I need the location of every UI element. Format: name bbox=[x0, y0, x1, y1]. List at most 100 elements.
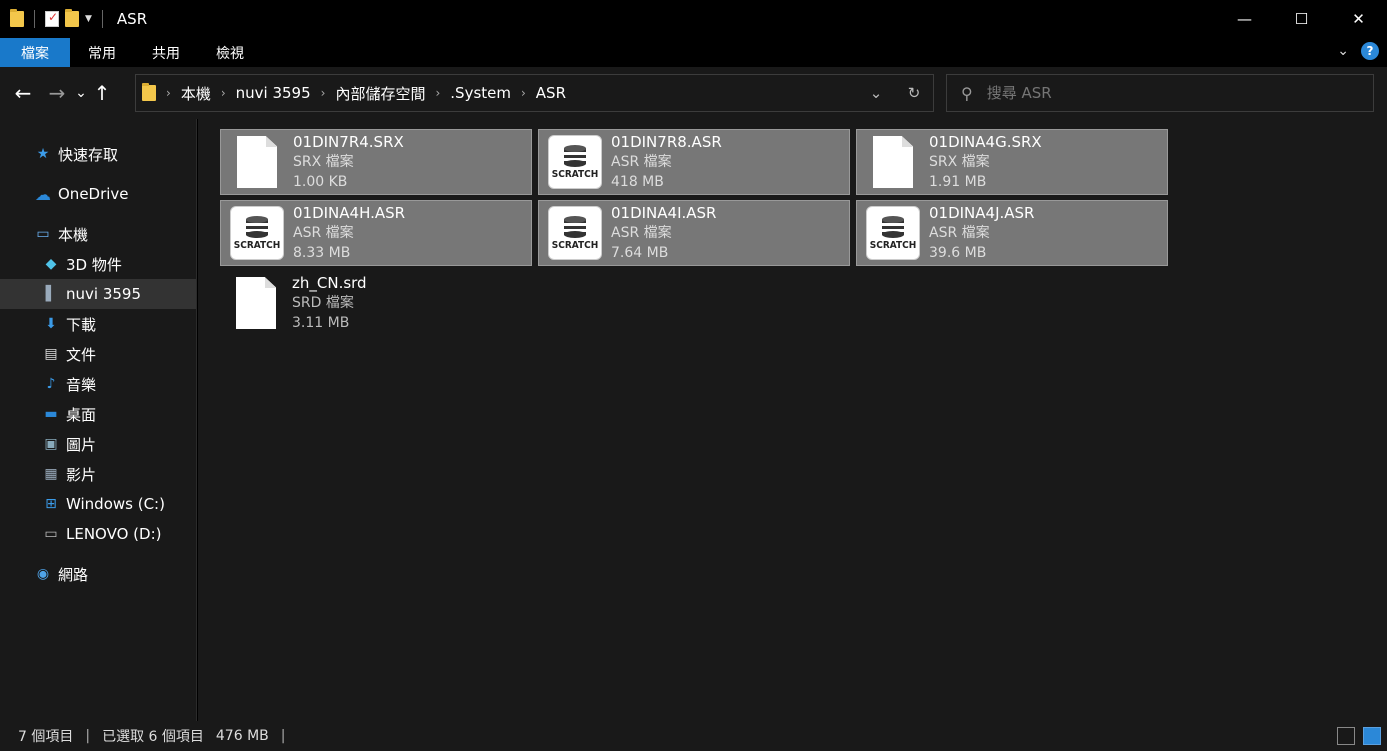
expand-ribbon-icon[interactable]: ⌄ bbox=[1337, 43, 1349, 59]
file-size: 1.91 MB bbox=[929, 174, 987, 190]
search-icon: ⚲ bbox=[961, 83, 973, 103]
file-tile[interactable]: SCRATCH 01DINA4J.ASR ASR 檔案 39.6 MB bbox=[856, 200, 1168, 266]
breadcrumb-this-pc[interactable]: 本機 bbox=[175, 83, 217, 104]
file-list: 01DIN7R4.SRX SRX 檔案 1.00 KB SCRATCH 01DI… bbox=[198, 119, 1387, 721]
divider: | bbox=[85, 728, 91, 744]
file-name: 01DINA4H.ASR bbox=[293, 204, 406, 222]
database-icon bbox=[564, 144, 586, 167]
blank-file-icon bbox=[873, 136, 913, 188]
divider bbox=[34, 10, 35, 28]
close-button[interactable]: ✕ bbox=[1330, 0, 1387, 38]
window-title: ASR bbox=[116, 10, 148, 28]
sidebar-item-label: 圖片 bbox=[66, 435, 97, 454]
file-meta: 01DINA4H.ASR ASR 檔案 8.33 MB bbox=[293, 201, 405, 263]
breadcrumb-system[interactable]: .System bbox=[444, 84, 517, 102]
address-actions: ⌄ ↻ bbox=[857, 75, 933, 111]
forward-button[interactable]: → bbox=[42, 78, 72, 108]
back-button[interactable]: ← bbox=[8, 78, 38, 108]
sidebar-item-this-pc[interactable]: ▭ 本機 bbox=[0, 219, 196, 249]
address-history-button[interactable]: ⌄ bbox=[857, 84, 895, 102]
thumb bbox=[229, 134, 285, 190]
file-tile[interactable]: SCRATCH 01DINA4I.ASR ASR 檔案 7.64 MB bbox=[538, 200, 850, 266]
sidebar-item-quick-access[interactable]: ★ 快速存取 bbox=[0, 139, 196, 169]
chevron-right-icon[interactable]: › bbox=[317, 86, 330, 100]
picture-icon: ▣ bbox=[44, 436, 58, 452]
details-view-button[interactable] bbox=[1337, 727, 1355, 745]
refresh-button[interactable]: ↻ bbox=[895, 84, 933, 102]
thumb bbox=[865, 134, 921, 190]
sidebar-item-label: OneDrive bbox=[58, 185, 129, 203]
sidebar-item-label: 下載 bbox=[66, 315, 97, 334]
scratch-icon: SCRATCH bbox=[866, 206, 920, 260]
file-meta: 01DIN7R8.ASR ASR 檔案 418 MB bbox=[611, 130, 722, 192]
scratch-label: SCRATCH bbox=[551, 168, 599, 180]
breadcrumb-internal-storage[interactable]: 內部儲存空間 bbox=[329, 83, 431, 104]
ribbon: 檔案 常用 共用 檢視 ⌄ ? bbox=[0, 38, 1387, 67]
item-count: 7 個項目 bbox=[18, 729, 74, 745]
sidebar-item-onedrive[interactable]: ☁ OneDrive bbox=[0, 179, 196, 209]
up-button[interactable]: ↑ bbox=[90, 78, 114, 108]
download-icon: ⬇ bbox=[45, 316, 57, 332]
sidebar-item-videos[interactable]: ▦ 影片 bbox=[0, 459, 196, 489]
search-box[interactable]: ⚲ bbox=[946, 74, 1374, 112]
sidebar-item-documents[interactable]: ▤ 文件 bbox=[0, 339, 196, 369]
chevron-right-icon[interactable]: › bbox=[431, 86, 444, 100]
tab-home[interactable]: 常用 bbox=[70, 38, 134, 67]
file-meta: 01DIN7R4.SRX SRX 檔案 1.00 KB bbox=[293, 130, 404, 192]
thumb: SCRATCH bbox=[865, 205, 921, 261]
chevron-right-icon[interactable]: › bbox=[162, 86, 175, 100]
sidebar-item-downloads[interactable]: ⬇ 下載 bbox=[0, 309, 196, 339]
customize-toolbar-icon[interactable]: ▼ bbox=[85, 14, 92, 24]
sidebar-item-lenovo-d[interactable]: ▭ LENOVO (D:) bbox=[0, 519, 196, 549]
file-tile[interactable]: SCRATCH 01DINA4H.ASR ASR 檔案 8.33 MB bbox=[220, 200, 532, 266]
help-icon[interactable]: ? bbox=[1361, 42, 1379, 60]
new-folder-icon[interactable] bbox=[65, 9, 79, 27]
file-tile[interactable]: SCRATCH 01DIN7R8.ASR ASR 檔案 418 MB bbox=[538, 129, 850, 195]
sidebar-item-music[interactable]: ♪ 音樂 bbox=[0, 369, 196, 399]
file-type: ASR 檔案 bbox=[611, 225, 672, 241]
window-controls: — ☐ ✕ bbox=[1216, 0, 1387, 38]
chevron-right-icon[interactable]: › bbox=[517, 86, 530, 100]
maximize-button[interactable]: ☐ bbox=[1273, 0, 1330, 38]
sidebar-item-desktop[interactable]: ▬ 桌面 bbox=[0, 399, 196, 429]
divider: | bbox=[280, 728, 286, 744]
tab-view[interactable]: 檢視 bbox=[198, 38, 262, 67]
sidebar-item-3d-objects[interactable]: ◆ 3D 物件 bbox=[0, 249, 196, 279]
title-bar: ▼ ASR — ☐ ✕ bbox=[0, 0, 1387, 38]
file-type: ASR 檔案 bbox=[929, 225, 990, 241]
file-meta: 01DINA4J.ASR ASR 檔案 39.6 MB bbox=[929, 201, 1034, 263]
sidebar-item-pictures[interactable]: ▣ 圖片 bbox=[0, 429, 196, 459]
sidebar-item-windows-c[interactable]: ⊞ Windows (C:) bbox=[0, 489, 196, 519]
file-type: SRD 檔案 bbox=[292, 295, 354, 311]
file-tile[interactable]: 01DIN7R4.SRX SRX 檔案 1.00 KB bbox=[220, 129, 532, 195]
address-bar[interactable]: › 本機 › nuvi 3595 › 內部儲存空間 › .System › AS… bbox=[135, 74, 934, 112]
database-icon bbox=[246, 215, 268, 238]
drive-icon: ⊞ bbox=[45, 496, 57, 512]
sidebar-item-nuvi-3595[interactable]: ▌ nuvi 3595 bbox=[0, 279, 196, 309]
file-name: 01DINA4J.ASR bbox=[929, 204, 1035, 222]
breadcrumb-device[interactable]: nuvi 3595 bbox=[230, 84, 317, 102]
view-switcher bbox=[1337, 727, 1381, 745]
file-size: 8.33 MB bbox=[293, 245, 351, 261]
sidebar-item-label: 音樂 bbox=[66, 375, 97, 394]
sidebar-item-network[interactable]: ◉ 網路 bbox=[0, 559, 196, 589]
file-tile[interactable]: 01DINA4G.SRX SRX 檔案 1.91 MB bbox=[856, 129, 1168, 195]
search-input[interactable] bbox=[986, 84, 1367, 102]
blank-file-icon bbox=[237, 136, 277, 188]
breadcrumb-asr[interactable]: ASR bbox=[530, 84, 572, 102]
file-tile[interactable]: zh_CN.srd SRD 檔案 3.11 MB bbox=[220, 271, 532, 337]
thumb bbox=[228, 275, 284, 331]
chevron-right-icon[interactable]: › bbox=[217, 86, 230, 100]
file-meta: 01DINA4I.ASR ASR 檔案 7.64 MB bbox=[611, 201, 716, 263]
file-type: ASR 檔案 bbox=[293, 225, 354, 241]
tab-share[interactable]: 共用 bbox=[134, 38, 198, 67]
network-icon: ◉ bbox=[36, 566, 50, 582]
tiles-view-button[interactable] bbox=[1363, 727, 1381, 745]
sidebar-item-label: 快速存取 bbox=[58, 145, 119, 164]
properties-icon[interactable] bbox=[45, 10, 59, 27]
tab-file[interactable]: 檔案 bbox=[0, 38, 70, 67]
scratch-icon: SCRATCH bbox=[548, 206, 602, 260]
recent-locations-button[interactable]: ⌄ bbox=[72, 78, 90, 108]
sidebar-item-label: 桌面 bbox=[66, 405, 97, 424]
minimize-button[interactable]: — bbox=[1216, 0, 1273, 38]
